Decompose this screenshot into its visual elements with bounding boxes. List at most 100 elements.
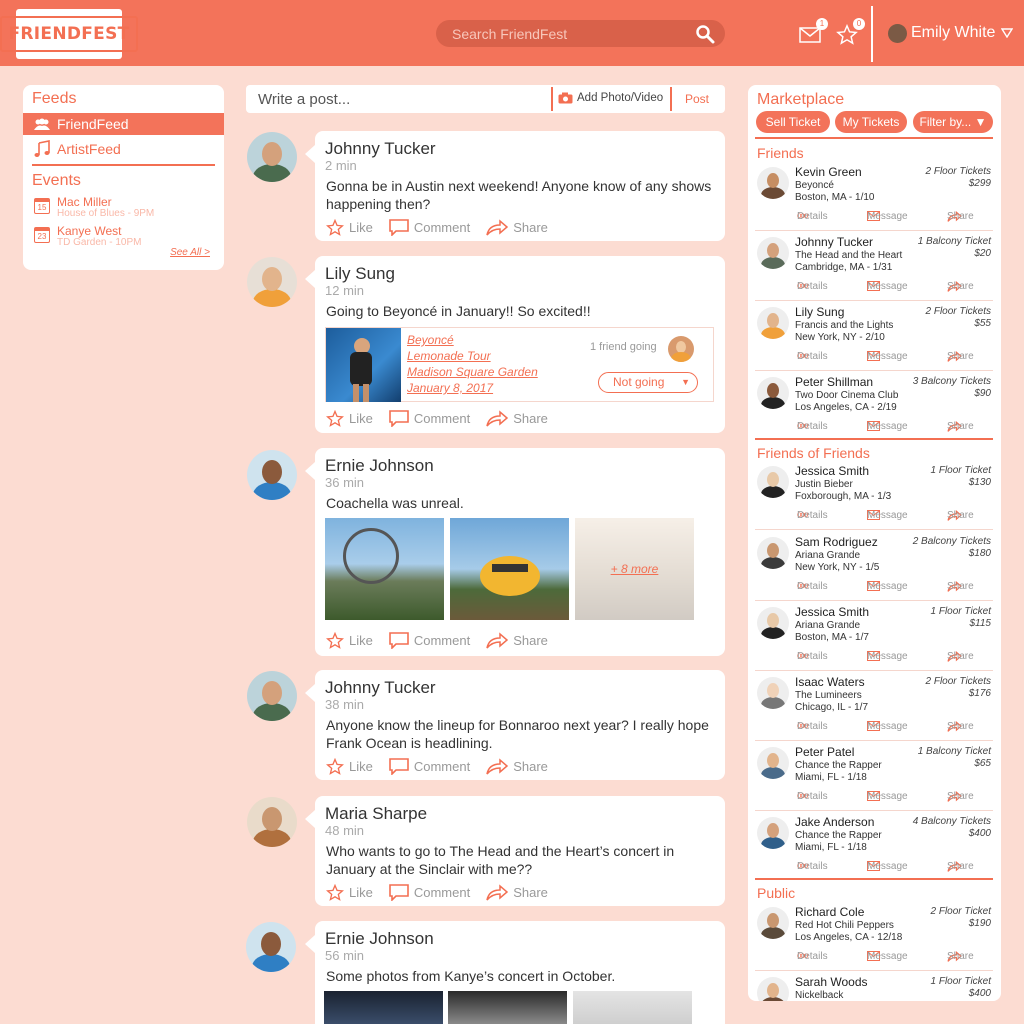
like-button[interactable]: Like — [326, 218, 373, 236]
avatar[interactable] — [757, 307, 789, 339]
event-link-tour[interactable]: Lemonade Tour — [407, 349, 491, 363]
sidebar-item-friendfeed[interactable]: FriendFeed — [23, 113, 224, 135]
post-photo[interactable] — [324, 991, 443, 1024]
messages-button[interactable]: 1 — [799, 18, 828, 44]
seller-name[interactable]: Johnny Tucker — [795, 235, 873, 249]
message-button[interactable]: Message — [867, 651, 908, 662]
post-button[interactable]: Post — [685, 92, 709, 106]
avatar[interactable] — [757, 537, 789, 569]
share-button[interactable]: Share — [947, 861, 974, 872]
seller-name[interactable]: Peter Patel — [795, 745, 854, 759]
message-button[interactable]: Message — [867, 861, 908, 872]
search-bar[interactable]: Search FriendFest — [436, 20, 725, 47]
share-button[interactable]: Share — [947, 211, 974, 222]
ticket-listing[interactable]: Jessica Smith Ariana Grande Boston, MA - 1… — [755, 601, 993, 671]
share-button[interactable]: Share — [486, 757, 548, 775]
avatar[interactable] — [757, 237, 789, 269]
ticket-listing[interactable]: Johnny Tucker The Head and the Heart Cambr… — [755, 231, 993, 301]
seller-name[interactable]: Jessica Smith — [795, 605, 869, 619]
post-author[interactable]: Johnny Tucker — [325, 678, 436, 698]
event-item[interactable]: 15 Mac Miller House of Blues - 9PM — [23, 196, 154, 219]
seller-name[interactable]: Jessica Smith — [795, 464, 869, 478]
ticket-listing[interactable]: Peter Patel Chance the Rapper Miami, FL - … — [755, 741, 993, 811]
share-button[interactable]: Share — [486, 631, 548, 649]
friend-avatar[interactable] — [668, 336, 694, 362]
share-button[interactable]: Share — [486, 409, 548, 427]
filter-dropdown[interactable]: Filter by... ▼ — [913, 111, 993, 133]
seller-name[interactable]: Sarah Woods — [795, 975, 868, 989]
share-button[interactable]: Share — [486, 883, 548, 901]
share-button[interactable]: Share — [947, 721, 974, 732]
comment-button[interactable]: Comment — [389, 883, 470, 901]
post-author[interactable]: Johnny Tucker — [325, 139, 436, 159]
avatar[interactable] — [757, 377, 789, 409]
avatar[interactable] — [757, 607, 789, 639]
message-button[interactable]: Message — [867, 791, 908, 802]
avatar[interactable] — [247, 797, 297, 847]
message-button[interactable]: Message — [867, 351, 908, 362]
see-all-link[interactable]: See All > — [170, 247, 210, 258]
avatar[interactable] — [757, 907, 789, 939]
message-button[interactable]: Message — [867, 721, 908, 732]
seller-name[interactable]: Jake Anderson — [795, 815, 874, 829]
post-author[interactable]: Ernie Johnson — [325, 456, 434, 476]
post-author[interactable]: Maria Sharpe — [325, 804, 427, 824]
comment-button[interactable]: Comment — [389, 631, 470, 649]
sell-ticket-button[interactable]: Sell Ticket — [756, 111, 830, 133]
post-photo[interactable] — [450, 518, 569, 620]
avatar[interactable] — [757, 167, 789, 199]
message-button[interactable]: Message — [867, 211, 908, 222]
my-tickets-button[interactable]: My Tickets — [835, 111, 907, 133]
message-button[interactable]: Message — [867, 281, 908, 292]
like-button[interactable]: Like — [326, 631, 373, 649]
ticket-listing[interactable]: Richard Cole Red Hot Chili Peppers Los Ang… — [755, 901, 993, 971]
share-button[interactable]: Share — [947, 510, 974, 521]
share-button[interactable]: Share — [947, 951, 974, 962]
share-button[interactable]: Share — [947, 421, 974, 432]
ticket-listing[interactable]: Sarah Woods Nickelback 1 Floor Ticket $400 — [755, 971, 993, 1001]
event-link-venue[interactable]: Madison Square Garden — [407, 365, 538, 379]
ticket-listing[interactable]: Jake Anderson Chance the Rapper Miami, FL … — [755, 811, 993, 881]
message-button[interactable]: Message — [867, 581, 908, 592]
share-button[interactable]: Share — [947, 651, 974, 662]
event-item[interactable]: 23 Kanye West TD Garden - 10PM — [23, 225, 154, 248]
seller-name[interactable]: Peter Shillman — [795, 375, 873, 389]
event-card[interactable]: Beyoncé Lemonade Tour Madison Square Gar… — [325, 327, 714, 402]
comment-button[interactable]: Comment — [389, 218, 470, 236]
avatar[interactable] — [247, 671, 297, 721]
comment-button[interactable]: Comment — [389, 409, 470, 427]
search-icon[interactable] — [695, 24, 715, 44]
post-author[interactable]: Ernie Johnson — [325, 929, 434, 949]
post-photo[interactable] — [573, 991, 692, 1024]
like-button[interactable]: Like — [326, 757, 373, 775]
event-link-date[interactable]: January 8, 2017 — [407, 381, 493, 395]
message-button[interactable]: Message — [867, 421, 908, 432]
post-photo[interactable]: + 8 more — [575, 518, 694, 620]
post-input[interactable]: Write a post... — [258, 91, 350, 108]
like-button[interactable]: Like — [326, 409, 373, 427]
avatar[interactable] — [247, 257, 297, 307]
ticket-listing[interactable]: Sam Rodriguez Ariana Grande New York, NY -… — [755, 531, 993, 601]
add-photo-button[interactable]: Add Photo/Video — [558, 92, 663, 104]
seller-name[interactable]: Kevin Green — [795, 165, 862, 179]
ticket-listing[interactable]: Peter Shillman Two Door Cinema Club Los An… — [755, 371, 993, 441]
avatar[interactable] — [757, 747, 789, 779]
seller-name[interactable]: Sam Rodriguez — [795, 535, 878, 549]
like-button[interactable]: Like — [326, 883, 373, 901]
message-button[interactable]: Message — [867, 510, 908, 521]
post-author[interactable]: Lily Sung — [325, 264, 395, 284]
friends-going[interactable]: 1 friend going — [590, 341, 657, 353]
share-button[interactable]: Share — [486, 218, 548, 236]
sidebar-item-artistfeed[interactable]: ArtistFeed — [23, 138, 224, 160]
post-photo[interactable] — [448, 991, 567, 1024]
avatar[interactable] — [757, 466, 789, 498]
avatar[interactable] — [757, 817, 789, 849]
rsvp-select[interactable]: Not going ▼ — [598, 372, 698, 393]
share-button[interactable]: Share — [947, 581, 974, 592]
avatar[interactable] — [757, 677, 789, 709]
share-button[interactable]: Share — [947, 791, 974, 802]
friendfest-logo[interactable]: FRIENDFEST — [0, 9, 138, 59]
ticket-listing[interactable]: Jessica Smith Justin Bieber Foxborough, MA… — [755, 460, 993, 530]
ticket-listing[interactable]: Lily Sung Francis and the Lights New York,… — [755, 301, 993, 371]
seller-name[interactable]: Richard Cole — [795, 905, 864, 919]
